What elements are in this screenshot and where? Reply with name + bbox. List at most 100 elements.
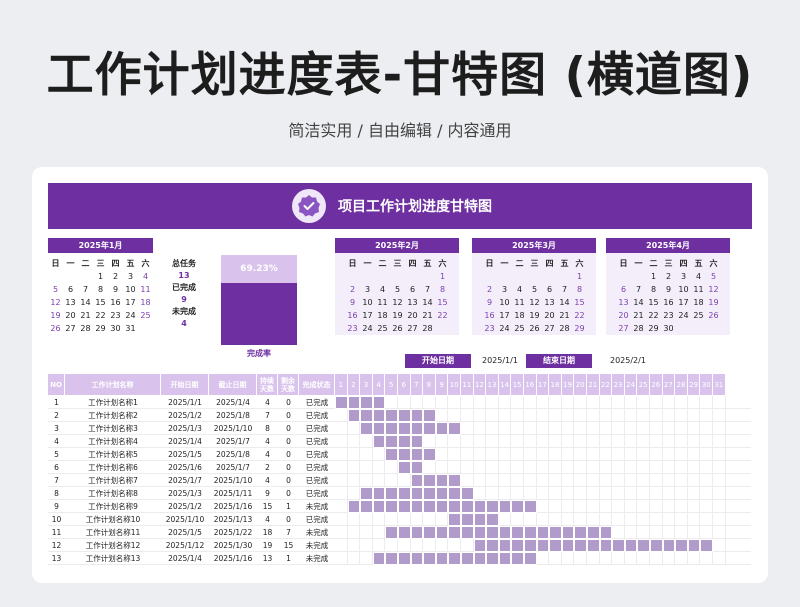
cell-no[interactable]: 3 — [48, 422, 65, 435]
cell-start[interactable]: 2025/1/12 — [161, 539, 209, 552]
cell-status[interactable]: 已完成 — [299, 448, 335, 461]
cell-remaining[interactable]: 0 — [278, 435, 299, 448]
cell-no[interactable]: 8 — [48, 487, 65, 500]
cell-remaining[interactable]: 0 — [278, 448, 299, 461]
cell-name[interactable]: 工作计划名称1 — [65, 396, 161, 409]
cell-start[interactable]: 2025/1/10 — [161, 513, 209, 526]
cell-remaining[interactable]: 0 — [278, 474, 299, 487]
cell-status[interactable]: 未完成 — [299, 539, 335, 552]
cell-name[interactable]: 工作计划名称11 — [65, 526, 161, 539]
cell-remaining[interactable]: 0 — [278, 422, 299, 435]
cell-duration[interactable]: 2 — [257, 461, 278, 474]
cell-remaining[interactable]: 0 — [278, 409, 299, 422]
cell-name[interactable]: 工作计划名称6 — [65, 461, 161, 474]
cell-duration[interactable]: 13 — [257, 552, 278, 565]
cell-duration[interactable]: 18 — [257, 526, 278, 539]
cell-no[interactable]: 4 — [48, 435, 65, 448]
table-row[interactable]: 9 工作计划名称9 2025/1/2 2025/1/16 15 1 未完成 — [48, 500, 751, 513]
cell-duration[interactable]: 4 — [257, 435, 278, 448]
table-row[interactable]: 4 工作计划名称4 2025/1/4 2025/1/7 4 0 已完成 — [48, 435, 751, 448]
cell-name[interactable]: 工作计划名称3 — [65, 422, 161, 435]
cell-no[interactable]: 11 — [48, 526, 65, 539]
cell-duration[interactable]: 4 — [257, 474, 278, 487]
cell-status[interactable]: 已完成 — [299, 461, 335, 474]
table-row[interactable]: 6 工作计划名称6 2025/1/6 2025/1/7 2 0 已完成 — [48, 461, 751, 474]
cell-name[interactable]: 工作计划名称13 — [65, 552, 161, 565]
cell-duration[interactable]: 4 — [257, 448, 278, 461]
cell-status[interactable]: 未完成 — [299, 526, 335, 539]
cell-no[interactable]: 1 — [48, 396, 65, 409]
cell-status[interactable]: 已完成 — [299, 396, 335, 409]
cell-no[interactable]: 2 — [48, 409, 65, 422]
cell-remaining[interactable]: 1 — [278, 500, 299, 513]
cell-status[interactable]: 未完成 — [299, 552, 335, 565]
cell-duration[interactable]: 9 — [257, 487, 278, 500]
cell-name[interactable]: 工作计划名称2 — [65, 409, 161, 422]
cell-start[interactable]: 2025/1/7 — [161, 474, 209, 487]
cell-end[interactable]: 2025/1/10 — [209, 422, 257, 435]
table-row[interactable]: 10 工作计划名称10 2025/1/10 2025/1/13 4 0 已完成 — [48, 513, 751, 526]
table-row[interactable]: 7 工作计划名称7 2025/1/7 2025/1/10 4 0 已完成 — [48, 474, 751, 487]
cell-status[interactable]: 已完成 — [299, 474, 335, 487]
cell-status[interactable]: 已完成 — [299, 487, 335, 500]
cell-no[interactable]: 10 — [48, 513, 65, 526]
cell-status[interactable]: 已完成 — [299, 435, 335, 448]
cell-no[interactable]: 5 — [48, 448, 65, 461]
table-row[interactable]: 1 工作计划名称1 2025/1/1 2025/1/4 4 0 已完成 — [48, 396, 751, 409]
cell-remaining[interactable]: 7 — [278, 526, 299, 539]
cell-end[interactable]: 2025/1/16 — [209, 552, 257, 565]
table-row[interactable]: 2 工作计划名称2 2025/1/2 2025/1/8 7 0 已完成 — [48, 409, 751, 422]
table-row[interactable]: 12 工作计划名称12 2025/1/12 2025/1/30 19 15 未完成 — [48, 539, 751, 552]
cell-name[interactable]: 工作计划名称10 — [65, 513, 161, 526]
cell-remaining[interactable]: 0 — [278, 513, 299, 526]
cell-remaining[interactable]: 0 — [278, 461, 299, 474]
cell-no[interactable]: 12 — [48, 539, 65, 552]
cell-end[interactable]: 2025/1/13 — [209, 513, 257, 526]
cell-start[interactable]: 2025/1/5 — [161, 448, 209, 461]
table-row[interactable]: 5 工作计划名称5 2025/1/5 2025/1/8 4 0 已完成 — [48, 448, 751, 461]
cell-no[interactable]: 6 — [48, 461, 65, 474]
cell-name[interactable]: 工作计划名称12 — [65, 539, 161, 552]
cell-remaining[interactable]: 0 — [278, 487, 299, 500]
cell-name[interactable]: 工作计划名称5 — [65, 448, 161, 461]
end-date-value[interactable]: 2025/2/1 — [610, 354, 646, 368]
cell-duration[interactable]: 15 — [257, 500, 278, 513]
cell-duration[interactable]: 7 — [257, 409, 278, 422]
cell-name[interactable]: 工作计划名称8 — [65, 487, 161, 500]
start-date-value[interactable]: 2025/1/1 — [482, 354, 518, 368]
cell-no[interactable]: 9 — [48, 500, 65, 513]
cell-start[interactable]: 2025/1/6 — [161, 461, 209, 474]
cell-remaining[interactable]: 1 — [278, 552, 299, 565]
cell-start[interactable]: 2025/1/3 — [161, 422, 209, 435]
cell-duration[interactable]: 8 — [257, 422, 278, 435]
cell-start[interactable]: 2025/1/4 — [161, 435, 209, 448]
table-row[interactable]: 11 工作计划名称11 2025/1/5 2025/1/22 18 7 未完成 — [48, 526, 751, 539]
cell-status[interactable]: 未完成 — [299, 500, 335, 513]
cell-end[interactable]: 2025/1/7 — [209, 435, 257, 448]
cell-start[interactable]: 2025/1/2 — [161, 409, 209, 422]
cell-start[interactable]: 2025/1/3 — [161, 487, 209, 500]
table-row[interactable]: 3 工作计划名称3 2025/1/3 2025/1/10 8 0 已完成 — [48, 422, 751, 435]
cell-duration[interactable]: 19 — [257, 539, 278, 552]
cell-no[interactable]: 13 — [48, 552, 65, 565]
cell-duration[interactable]: 4 — [257, 396, 278, 409]
cell-duration[interactable]: 4 — [257, 513, 278, 526]
cell-start[interactable]: 2025/1/2 — [161, 500, 209, 513]
cell-name[interactable]: 工作计划名称4 — [65, 435, 161, 448]
cell-status[interactable]: 已完成 — [299, 422, 335, 435]
cell-name[interactable]: 工作计划名称9 — [65, 500, 161, 513]
cell-end[interactable]: 2025/1/16 — [209, 500, 257, 513]
cell-name[interactable]: 工作计划名称7 — [65, 474, 161, 487]
cell-end[interactable]: 2025/1/30 — [209, 539, 257, 552]
cell-remaining[interactable]: 0 — [278, 396, 299, 409]
cell-end[interactable]: 2025/1/22 — [209, 526, 257, 539]
cell-start[interactable]: 2025/1/4 — [161, 552, 209, 565]
cell-end[interactable]: 2025/1/8 — [209, 409, 257, 422]
table-row[interactable]: 13 工作计划名称13 2025/1/4 2025/1/16 13 1 未完成 — [48, 552, 751, 565]
cell-end[interactable]: 2025/1/8 — [209, 448, 257, 461]
table-row[interactable]: 8 工作计划名称8 2025/1/3 2025/1/11 9 0 已完成 — [48, 487, 751, 500]
cell-remaining[interactable]: 15 — [278, 539, 299, 552]
cell-start[interactable]: 2025/1/1 — [161, 396, 209, 409]
cell-start[interactable]: 2025/1/5 — [161, 526, 209, 539]
cell-end[interactable]: 2025/1/10 — [209, 474, 257, 487]
